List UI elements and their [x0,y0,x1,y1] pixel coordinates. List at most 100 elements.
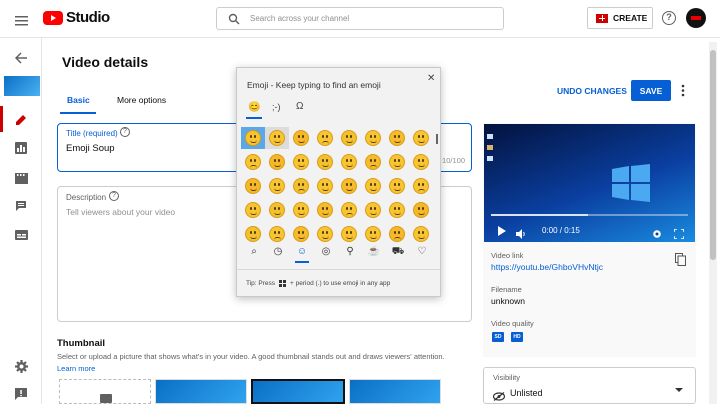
video-progress-bar[interactable] [491,214,688,216]
help-icon[interactable]: ? [662,11,676,25]
category-recent-icon[interactable]: ◷ [271,246,285,257]
video-link[interactable]: https://youtu.be/GhboVHvNtjc [491,262,603,272]
video-buffered [491,214,588,216]
video-settings-icon[interactable] [652,226,662,238]
emoji-item[interactable] [341,130,357,146]
create-button[interactable]: CREATE [587,7,653,29]
description-help-icon[interactable]: ? [109,191,119,201]
emoji-item[interactable] [245,226,261,242]
emoji-item[interactable] [413,154,429,170]
emoji-item[interactable] [269,202,285,218]
emoji-item[interactable] [245,202,261,218]
studio-logo[interactable]: Studio [43,9,110,26]
category-heart-icon[interactable]: ♡ [415,246,429,257]
emoji-item[interactable] [365,226,381,242]
analytics-icon[interactable] [13,140,29,156]
details-pencil-icon[interactable] [13,112,29,128]
tab-emoji[interactable]: 😊 [248,102,260,113]
emoji-item[interactable] [317,130,333,146]
emoji-item[interactable] [389,202,405,218]
emoji-item[interactable] [269,226,285,242]
emoji-item[interactable] [341,202,357,218]
page-scrollbar-thumb[interactable] [710,50,716,260]
title-help-icon[interactable]: ? [120,127,130,137]
emoji-item[interactable] [317,226,333,242]
subtitles-icon[interactable] [13,227,29,243]
more-vert-icon[interactable] [680,84,686,97]
emoji-item[interactable] [413,202,429,218]
category-search-icon[interactable]: ⌕ [247,246,261,257]
emoji-panel-scrollbar[interactable] [436,134,438,144]
emoji-item[interactable] [269,154,285,170]
emoji-item[interactable] [245,154,261,170]
emoji-item[interactable] [245,130,261,146]
title-input[interactable]: Emoji Soup [66,143,115,154]
category-people-icon[interactable]: ◎ [319,246,333,257]
emoji-item[interactable] [365,202,381,218]
youtube-logo-icon [43,10,63,25]
emoji-item[interactable] [413,226,429,242]
emoji-item[interactable] [317,178,333,194]
page-scrollbar[interactable] [709,42,717,404]
tab-kaomoji[interactable]: ;-) [272,102,281,112]
video-thumbnail-small[interactable] [4,76,40,96]
emoji-item[interactable] [365,130,381,146]
emoji-item[interactable] [413,178,429,194]
category-celebration-icon[interactable]: ⚲ [343,246,357,257]
windows-logo [612,164,650,202]
emoji-item[interactable] [365,178,381,194]
emoji-item[interactable] [317,154,333,170]
emoji-item[interactable] [389,130,405,146]
emoji-item[interactable] [293,202,309,218]
thumbnail-option-2[interactable] [251,379,345,404]
emoji-item[interactable] [413,130,429,146]
emoji-item[interactable] [341,178,357,194]
category-smiley-icon[interactable]: ☺ [295,246,309,257]
emoji-item[interactable] [341,226,357,242]
menu-icon[interactable] [15,13,28,26]
search-input[interactable]: Search across your channel [250,14,349,23]
back-arrow-icon[interactable] [13,50,29,66]
upload-thumbnail-button[interactable] [59,379,151,404]
avatar[interactable] [686,8,706,28]
emoji-panel-close-icon[interactable]: ✕ [427,73,435,84]
video-time: 0:00 / 0:15 [542,226,580,235]
search-box[interactable]: Search across your channel [216,7,504,30]
emoji-item[interactable] [389,226,405,242]
category-food-icon[interactable]: ☕ [367,246,381,257]
settings-gear-icon[interactable] [13,358,29,374]
save-button[interactable]: SAVE [631,80,671,101]
emoji-tip-prefix: Tip: Press [246,280,276,287]
emoji-item[interactable] [293,178,309,194]
emoji-item[interactable] [317,202,333,218]
emoji-item[interactable] [365,154,381,170]
tab-symbols[interactable]: Ω [296,101,303,112]
feedback-icon[interactable] [13,386,29,402]
emoji-item[interactable] [389,178,405,194]
comments-icon[interactable] [13,198,29,214]
learn-more-link[interactable]: Learn more [57,364,95,373]
category-travel-icon[interactable]: ⛟ [391,246,405,259]
description-input[interactable]: Tell viewers about your video [66,207,175,217]
emoji-item[interactable] [245,178,261,194]
undo-changes-button[interactable]: UNDO CHANGES [557,86,627,96]
emoji-item[interactable] [293,130,309,146]
editor-icon[interactable] [13,170,29,186]
play-icon[interactable] [498,226,506,236]
video-preview[interactable]: 0:00 / 0:15 [484,124,695,242]
volume-icon[interactable] [516,226,526,239]
emoji-item[interactable] [293,154,309,170]
emoji-item[interactable] [269,178,285,194]
sidebar [0,38,42,404]
emoji-item[interactable] [341,154,357,170]
tab-more-options[interactable]: More options [117,90,166,108]
visibility-dropdown[interactable]: Visibility Unlisted [483,367,696,404]
emoji-item[interactable] [389,154,405,170]
emoji-item[interactable] [293,226,309,242]
emoji-item[interactable] [269,130,285,146]
thumbnail-option-3[interactable] [349,379,441,404]
thumbnail-option-1[interactable] [155,379,247,404]
tab-basic[interactable]: Basic [67,90,90,108]
fullscreen-icon[interactable] [673,226,685,240]
copy-link-icon[interactable] [675,253,686,266]
